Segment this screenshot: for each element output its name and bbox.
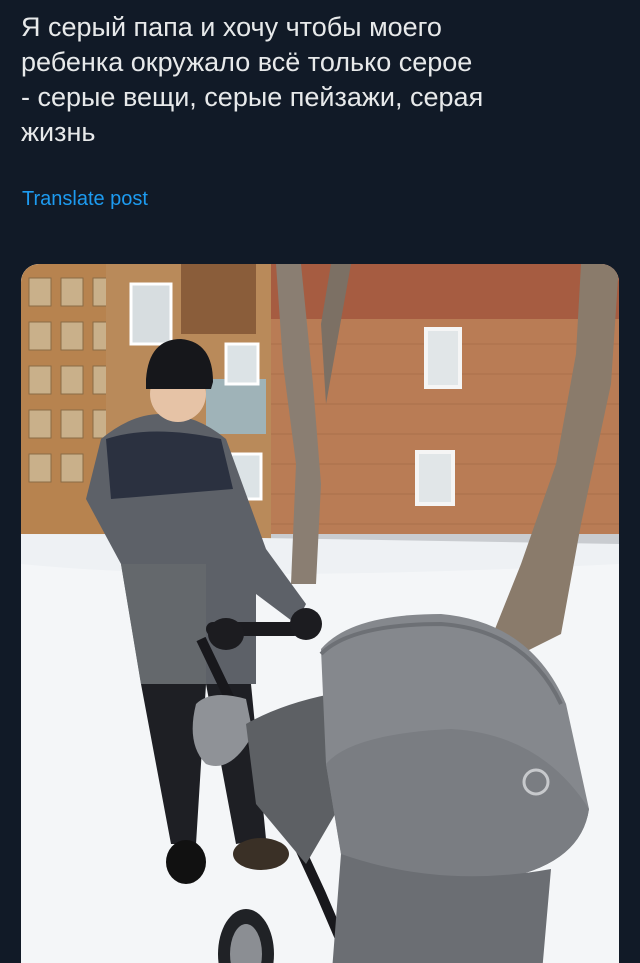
translate-post-link[interactable]: Translate post [22, 188, 148, 211]
photo-scene [21, 264, 619, 963]
post-text: Я серый папа и хочу чтобы моего ребенка … [21, 12, 484, 147]
post-photo[interactable] [21, 264, 619, 963]
